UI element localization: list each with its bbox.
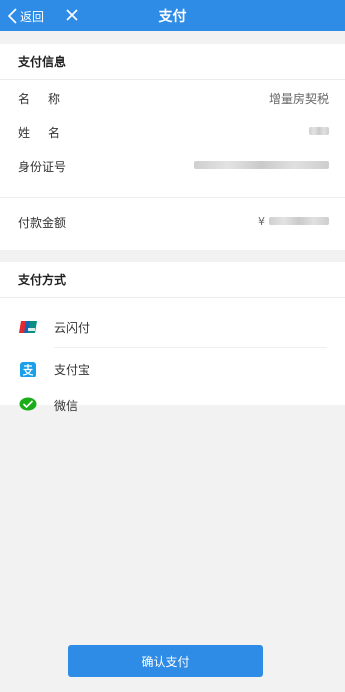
top-bar: 返回 支付 (0, 0, 345, 31)
name-value: 增量房契税 (268, 92, 329, 106)
alipay-option[interactable]: 支付宝 (0, 350, 345, 388)
name-row: 名称 增量房契税 (0, 80, 345, 114)
info-divider (0, 197, 345, 198)
confirm-payment-button[interactable]: 确认支付 (68, 645, 263, 677)
page-title: 支付 (158, 9, 187, 25)
wechat-pay-label: 微信 (54, 398, 79, 413)
id-label: 身份证号 (18, 160, 67, 174)
payment-method-section: 支付方式 云闪付 支付宝 (0, 262, 345, 405)
amount-label: 付款金额 (18, 216, 67, 230)
payment-info-heading: 支付信息 (0, 44, 345, 80)
alipay-icon (20, 362, 36, 377)
id-value-redacted (194, 161, 329, 169)
wechat-pay-option[interactable]: 微信 (0, 386, 345, 424)
top-gap (0, 31, 345, 44)
alipay-label: 支付宝 (54, 362, 91, 377)
id-row: 身份证号 (0, 148, 345, 182)
currency-symbol: ¥ (258, 215, 265, 228)
person-row: 姓名 (0, 114, 345, 148)
person-label: 姓名 (18, 126, 79, 140)
unionpay-label: 云闪付 (54, 320, 91, 335)
unionpay-option[interactable]: 云闪付 (0, 308, 345, 346)
payment-info-section: 支付信息 名称 增量房契税 姓名 身份证号 付款金额 ¥ (0, 44, 345, 250)
person-value-redacted (309, 127, 329, 135)
amount-value-redacted (269, 217, 329, 225)
unionpay-icon (19, 321, 37, 333)
name-label: 名称 (18, 92, 79, 106)
payment-method-heading: 支付方式 (0, 262, 345, 298)
wechat-pay-icon (19, 397, 37, 411)
option-divider (54, 347, 327, 348)
amount-row: 付款金额 ¥ (0, 204, 345, 238)
